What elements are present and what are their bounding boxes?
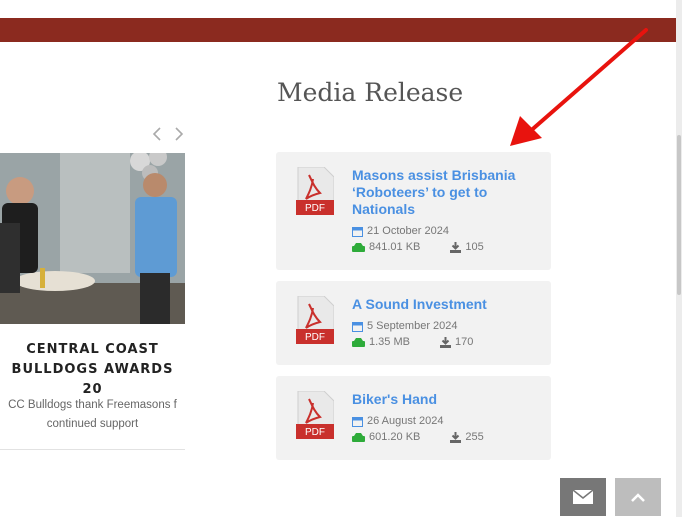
media-size: 841.01 KB xyxy=(369,241,421,253)
hard-drive-icon xyxy=(352,337,365,347)
media-meta: 26 August 2024 601.20 KB 255 xyxy=(352,413,484,445)
media-date: 5 September 2024 xyxy=(367,320,458,332)
media-date: 21 October 2024 xyxy=(367,225,449,237)
section-title: Media Release xyxy=(277,78,464,107)
post-title[interactable]: CENTRAL COAST BULLDOGS AWARDS 20 xyxy=(0,340,185,400)
media-date: 26 August 2024 xyxy=(367,415,444,427)
chevron-up-icon xyxy=(631,493,645,502)
pdf-label: PDF xyxy=(305,203,325,214)
pdf-label: PDF xyxy=(305,332,325,343)
media-card: PDF Biker's Hand 26 August 2024 601.20 K… xyxy=(276,376,551,460)
media-title-link[interactable]: A Sound Investment xyxy=(352,296,541,313)
header-accent-bar xyxy=(0,18,676,42)
calendar-icon xyxy=(352,416,363,427)
download-icon xyxy=(450,431,462,443)
media-downloads: 170 xyxy=(454,336,474,348)
back-to-top-button[interactable] xyxy=(615,478,661,516)
envelope-icon xyxy=(573,490,593,504)
media-meta: 5 September 2024 1.35 MB 170 xyxy=(352,318,473,350)
contact-button[interactable] xyxy=(560,478,606,516)
chevron-left-icon[interactable] xyxy=(150,126,164,142)
calendar-icon xyxy=(352,321,363,332)
calendar-icon xyxy=(352,226,363,237)
hard-drive-icon xyxy=(352,432,365,442)
pdf-file-icon[interactable]: PDF xyxy=(296,391,334,439)
pdf-label: PDF xyxy=(305,427,325,438)
page-scrollbar[interactable] xyxy=(676,0,682,517)
download-icon xyxy=(439,336,451,348)
media-meta: 21 October 2024 841.01 KB 105 xyxy=(352,223,484,255)
post-excerpt: CC Bulldogs thank Freemasons f continued… xyxy=(8,399,177,430)
media-size: 601.20 KB xyxy=(369,431,421,443)
divider xyxy=(0,449,185,450)
hard-drive-icon xyxy=(352,242,365,252)
download-icon xyxy=(450,241,462,253)
media-title-link[interactable]: Masons assist Brisbania ‘Roboteers’ to g… xyxy=(352,167,541,218)
media-title-link[interactable]: Biker's Hand xyxy=(352,391,541,408)
media-downloads: 255 xyxy=(465,431,484,443)
chevron-right-icon[interactable] xyxy=(172,126,186,142)
media-size: 1.35 MB xyxy=(369,336,410,348)
post-photo[interactable] xyxy=(0,153,185,324)
pdf-file-icon[interactable]: PDF xyxy=(296,167,334,215)
pdf-file-icon[interactable]: PDF xyxy=(296,296,334,344)
media-card: PDF Masons assist Brisbania ‘Roboteers’ … xyxy=(276,152,551,270)
carousel-nav xyxy=(150,126,186,142)
scrollbar-thumb[interactable] xyxy=(677,135,681,295)
media-downloads: 105 xyxy=(465,241,484,253)
media-card: PDF A Sound Investment 5 September 2024 … xyxy=(276,281,551,365)
